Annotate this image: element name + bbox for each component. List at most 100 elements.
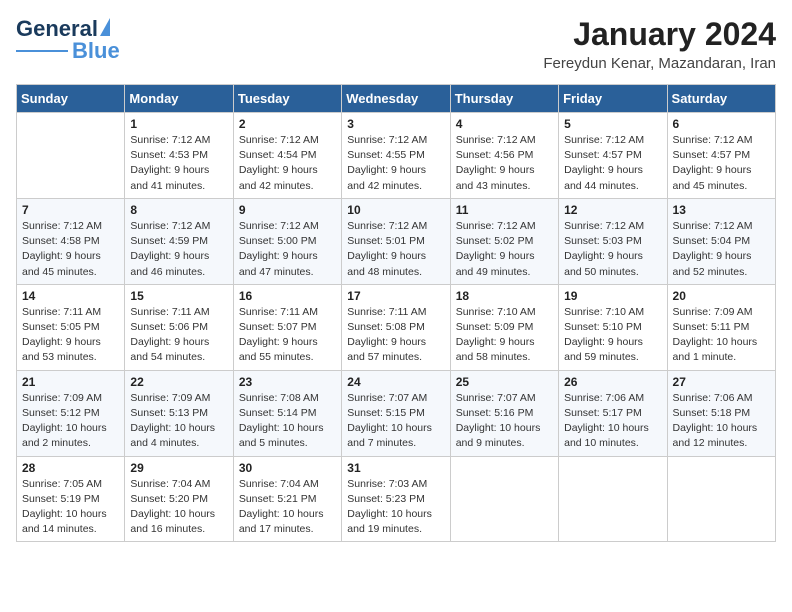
calendar-cell: 7Sunrise: 7:12 AMSunset: 4:58 PMDaylight… (17, 198, 125, 284)
calendar-cell (667, 456, 775, 542)
calendar-cell: 8 Sunrise: 7:12 AMSunset: 4:59 PMDaylight… (125, 198, 233, 284)
logo-line (16, 50, 68, 52)
day-info: Sunrise: 7:09 AMSunset: 5:11 PMDaylight:… (673, 305, 770, 366)
day-number: 21 (22, 375, 119, 389)
day-info: Sunrise: 7:06 AMSunset: 5:18 PMDaylight:… (673, 391, 770, 452)
day-info: Sunrise: 7:12 AMSunset: 5:00 PMDaylight:… (239, 219, 336, 280)
column-header-thursday: Thursday (450, 85, 558, 113)
calendar-cell: 16Sunrise: 7:11 AMSunset: 5:07 PMDayligh… (233, 284, 341, 370)
day-info: Sunrise: 7:12 AMSunset: 4:54 PMDaylight:… (239, 133, 336, 194)
calendar-cell: 26Sunrise: 7:06 AMSunset: 5:17 PMDayligh… (559, 370, 667, 456)
calendar-week-row: 14 Sunrise: 7:11 AMSunset: 5:05 PMDayligh… (17, 284, 776, 370)
day-number: 10 (347, 203, 444, 217)
day-number: 13 (673, 203, 770, 217)
day-number: 17 (347, 289, 444, 303)
calendar-cell: 9 Sunrise: 7:12 AMSunset: 5:00 PMDaylight… (233, 198, 341, 284)
day-info: Sunrise: 7:04 AMSunset: 5:20 PMDaylight:… (130, 477, 227, 538)
day-info: Sunrise: 7:04 AMSunset: 5:21 PMDaylight:… (239, 477, 336, 538)
calendar-cell: 2 Sunrise: 7:12 AMSunset: 4:54 PMDaylight… (233, 113, 341, 199)
calendar-cell: 12 Sunrise: 7:12 AMSunset: 5:03 PMDayligh… (559, 198, 667, 284)
logo: General Blue (16, 16, 120, 64)
calendar-cell: 4Sunrise: 7:12 AMSunset: 4:56 PMDaylight… (450, 113, 558, 199)
day-number: 24 (347, 375, 444, 389)
column-header-friday: Friday (559, 85, 667, 113)
day-info: Sunrise: 7:12 AMSunset: 5:01 PMDaylight:… (347, 219, 444, 280)
day-number: 23 (239, 375, 336, 389)
calendar-table: SundayMondayTuesdayWednesdayThursdayFrid… (16, 84, 776, 542)
column-header-monday: Monday (125, 85, 233, 113)
day-info: Sunrise: 7:07 AMSunset: 5:16 PMDaylight:… (456, 391, 553, 452)
day-number: 28 (22, 461, 119, 475)
day-number: 5 (564, 117, 661, 131)
calendar-cell (559, 456, 667, 542)
calendar-week-row: 7Sunrise: 7:12 AMSunset: 4:58 PMDaylight… (17, 198, 776, 284)
logo-blue-text: Blue (72, 38, 120, 64)
column-header-wednesday: Wednesday (342, 85, 450, 113)
day-number: 16 (239, 289, 336, 303)
calendar-cell: 1 Sunrise: 7:12 AMSunset: 4:53 PMDaylight… (125, 113, 233, 199)
day-info: Sunrise: 7:11 AMSunset: 5:05 PMDaylight:… (22, 305, 119, 366)
day-number: 25 (456, 375, 553, 389)
day-info: Sunrise: 7:09 AMSunset: 5:13 PMDaylight:… (130, 391, 227, 452)
calendar-cell: 27 Sunrise: 7:06 AMSunset: 5:18 PMDayligh… (667, 370, 775, 456)
day-info: Sunrise: 7:12 AMSunset: 4:57 PMDaylight:… (673, 133, 770, 194)
day-number: 20 (673, 289, 770, 303)
logo-triangle-icon (100, 18, 110, 36)
day-number: 26 (564, 375, 661, 389)
day-info: Sunrise: 7:10 AMSunset: 5:10 PMDaylight:… (564, 305, 661, 366)
day-number: 7 (22, 203, 119, 217)
calendar-cell: 24Sunrise: 7:07 AMSunset: 5:15 PMDayligh… (342, 370, 450, 456)
day-info: Sunrise: 7:12 AMSunset: 5:02 PMDaylight:… (456, 219, 553, 280)
day-number: 18 (456, 289, 553, 303)
title-area: January 2024 Fereydun Kenar, Mazandaran,… (543, 16, 776, 72)
day-number: 12 (564, 203, 661, 217)
calendar-cell: 15 Sunrise: 7:11 AMSunset: 5:06 PMDayligh… (125, 284, 233, 370)
day-number: 27 (673, 375, 770, 389)
day-number: 6 (673, 117, 770, 131)
day-info: Sunrise: 7:11 AMSunset: 5:08 PMDaylight:… (347, 305, 444, 366)
day-info: Sunrise: 7:09 AMSunset: 5:12 PMDaylight:… (22, 391, 119, 452)
calendar-cell: 10 Sunrise: 7:12 AMSunset: 5:01 PMDayligh… (342, 198, 450, 284)
calendar-cell: 14 Sunrise: 7:11 AMSunset: 5:05 PMDayligh… (17, 284, 125, 370)
location-subtitle: Fereydun Kenar, Mazandaran, Iran (543, 55, 776, 72)
day-number: 30 (239, 461, 336, 475)
calendar-cell: 17 Sunrise: 7:11 AMSunset: 5:08 PMDayligh… (342, 284, 450, 370)
calendar-cell: 20 Sunrise: 7:09 AMSunset: 5:11 PMDayligh… (667, 284, 775, 370)
day-number: 29 (130, 461, 227, 475)
day-number: 9 (239, 203, 336, 217)
calendar-cell: 13Sunrise: 7:12 AMSunset: 5:04 PMDayligh… (667, 198, 775, 284)
day-number: 19 (564, 289, 661, 303)
day-info: Sunrise: 7:12 AMSunset: 4:53 PMDaylight:… (130, 133, 227, 194)
column-header-sunday: Sunday (17, 85, 125, 113)
day-number: 1 (130, 117, 227, 131)
day-info: Sunrise: 7:08 AMSunset: 5:14 PMDaylight:… (239, 391, 336, 452)
day-info: Sunrise: 7:12 AMSunset: 4:59 PMDaylight:… (130, 219, 227, 280)
column-header-saturday: Saturday (667, 85, 775, 113)
column-header-tuesday: Tuesday (233, 85, 341, 113)
calendar-cell: 21 Sunrise: 7:09 AMSunset: 5:12 PMDayligh… (17, 370, 125, 456)
calendar-cell: 6 Sunrise: 7:12 AMSunset: 4:57 PMDaylight… (667, 113, 775, 199)
calendar-week-row: 1 Sunrise: 7:12 AMSunset: 4:53 PMDaylight… (17, 113, 776, 199)
calendar-cell: 22Sunrise: 7:09 AMSunset: 5:13 PMDayligh… (125, 370, 233, 456)
page-header: General Blue January 2024 Fereydun Kenar… (16, 16, 776, 72)
day-number: 2 (239, 117, 336, 131)
calendar-cell: 25 Sunrise: 7:07 AMSunset: 5:16 PMDayligh… (450, 370, 558, 456)
calendar-cell: 23 Sunrise: 7:08 AMSunset: 5:14 PMDayligh… (233, 370, 341, 456)
calendar-cell (17, 113, 125, 199)
calendar-cell: 19 Sunrise: 7:10 AMSunset: 5:10 PMDayligh… (559, 284, 667, 370)
calendar-cell: 18Sunrise: 7:10 AMSunset: 5:09 PMDayligh… (450, 284, 558, 370)
day-info: Sunrise: 7:12 AMSunset: 4:56 PMDaylight:… (456, 133, 553, 194)
calendar-header-row: SundayMondayTuesdayWednesdayThursdayFrid… (17, 85, 776, 113)
calendar-cell: 29 Sunrise: 7:04 AMSunset: 5:20 PMDayligh… (125, 456, 233, 542)
day-number: 8 (130, 203, 227, 217)
calendar-week-row: 21 Sunrise: 7:09 AMSunset: 5:12 PMDayligh… (17, 370, 776, 456)
month-title: January 2024 (543, 16, 776, 53)
day-info: Sunrise: 7:03 AMSunset: 5:23 PMDaylight:… (347, 477, 444, 538)
day-number: 14 (22, 289, 119, 303)
day-number: 15 (130, 289, 227, 303)
day-info: Sunrise: 7:11 AMSunset: 5:06 PMDaylight:… (130, 305, 227, 366)
calendar-cell: 5 Sunrise: 7:12 AMSunset: 4:57 PMDaylight… (559, 113, 667, 199)
day-info: Sunrise: 7:12 AMSunset: 4:55 PMDaylight:… (347, 133, 444, 194)
day-info: Sunrise: 7:12 AMSunset: 4:57 PMDaylight:… (564, 133, 661, 194)
day-info: Sunrise: 7:12 AMSunset: 5:03 PMDaylight:… (564, 219, 661, 280)
